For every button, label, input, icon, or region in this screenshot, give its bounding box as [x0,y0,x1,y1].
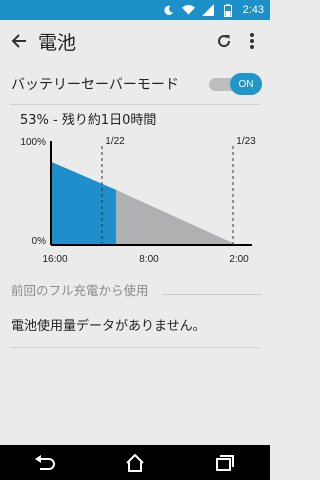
chart-series-projected [116,189,237,245]
divider [10,347,260,348]
signal-icon [202,4,215,17]
status-time: 2:43 [242,4,264,16]
status-bar: 2:43 [0,0,270,20]
app-bar: 電池 [0,20,270,62]
wifi-icon [181,4,195,17]
chart-day-marker-label: 1/22 [105,136,125,147]
chart-x-tick-label: 2:00 [229,254,249,265]
back-nav-icon[interactable] [28,448,62,478]
battery-saver-toggle[interactable]: ON [207,73,262,95]
chart-x-tick-label: 16:00 [42,254,67,265]
empty-usage-message: 電池使用量データがありません。 [11,319,206,334]
arrow-back-icon[interactable] [2,20,36,62]
home-nav-icon[interactable] [118,448,152,478]
refresh-icon[interactable] [210,20,238,62]
chart-canvas: 100% 0% 1/22 1/23 16:00 8:00 2:00 [20,136,256,265]
battery-saver-row[interactable]: バッテリーセーバーモード ON [0,66,270,102]
battery-status-text: 53% - 残り約1日0時間 [20,113,157,128]
moon-icon [162,4,175,17]
divider [10,104,260,105]
chart-y-tick-label: 0% [32,236,47,247]
more-vert-icon[interactable] [238,20,266,62]
toggle-thumb: ON [230,73,262,95]
page-title: 電池 [38,31,77,54]
chart-series-actual [51,161,116,245]
battery-history-chart: 100% 0% 1/22 1/23 16:00 8:00 2:00 [0,128,270,270]
chart-y-tick-label: 100% [20,137,46,148]
chart-x-tick-label: 8:00 [139,254,159,265]
chart-day-marker-label: 1/23 [236,136,256,147]
navigation-bar [0,445,270,480]
recents-nav-icon[interactable] [208,448,242,478]
section-divider [163,294,261,295]
battery-icon [222,3,235,17]
section-header: 前回のフル充電から使用 [11,283,149,298]
battery-saver-label: バッテリーセーバーモード [11,77,179,93]
